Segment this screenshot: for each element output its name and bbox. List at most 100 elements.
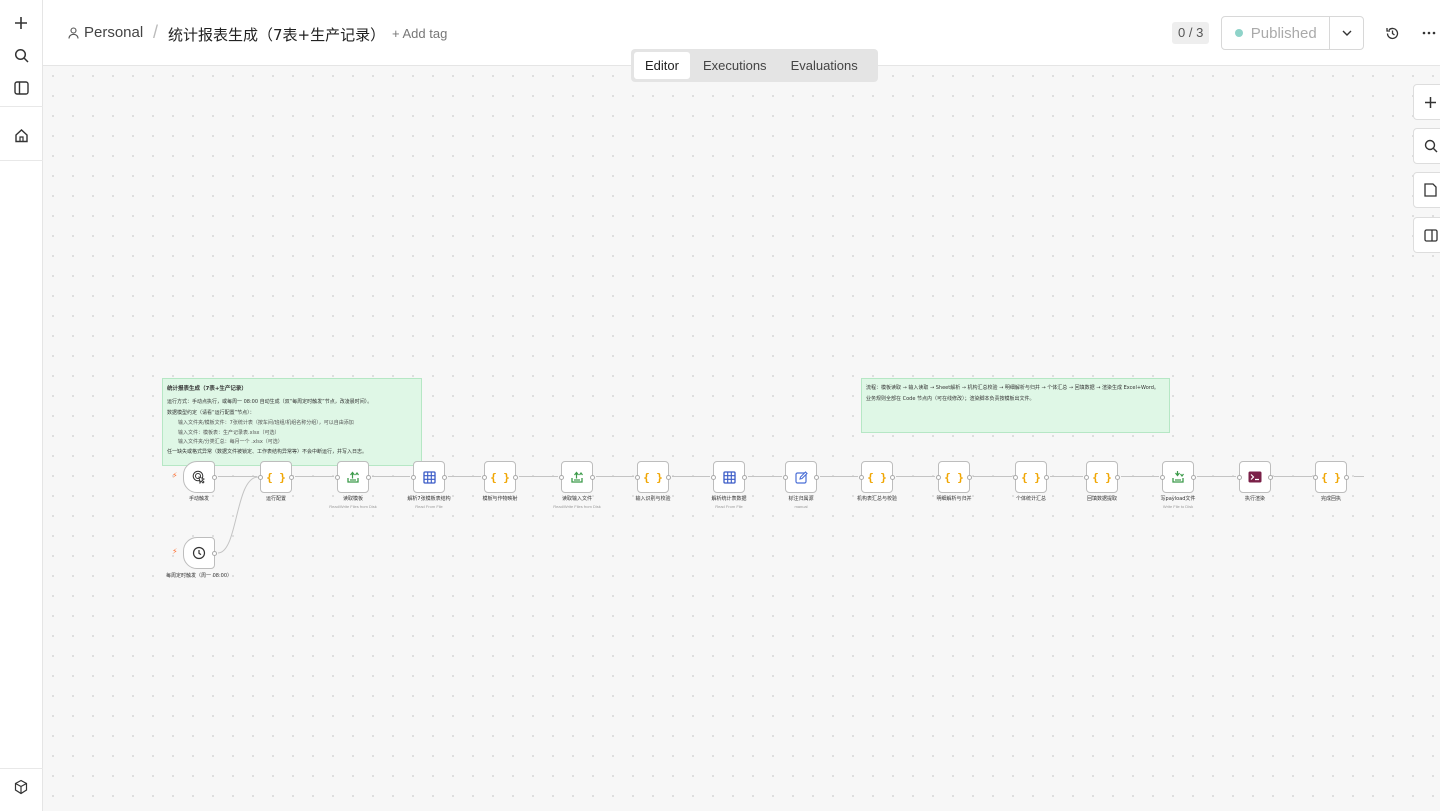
output-port[interactable]: [890, 475, 895, 480]
add-sticky-button[interactable]: [1413, 172, 1440, 208]
rail-divider: [0, 106, 43, 107]
toggle-panel-button[interactable]: [1413, 217, 1440, 253]
workflow-node[interactable]: { }: [859, 461, 895, 493]
workflow-node[interactable]: [411, 461, 447, 493]
history-icon[interactable]: [1381, 22, 1403, 44]
output-port[interactable]: [366, 475, 371, 480]
home-icon[interactable]: [9, 123, 33, 147]
add-tag-button[interactable]: + Add tag: [392, 26, 447, 41]
project-name: Personal: [84, 24, 144, 41]
workflow-node[interactable]: [1160, 461, 1196, 493]
node-label: 标注归属源: [788, 496, 814, 502]
plus-icon[interactable]: [9, 11, 33, 35]
output-port[interactable]: [212, 475, 217, 480]
input-port[interactable]: [482, 475, 487, 480]
published-button[interactable]: Published: [1222, 17, 1329, 49]
output-port[interactable]: [1191, 475, 1196, 480]
connection-line[interactable]: [748, 476, 782, 477]
user-icon: [68, 26, 79, 39]
output-port[interactable]: [1344, 475, 1349, 480]
workflow-node[interactable]: [335, 461, 371, 493]
workflow-node[interactable]: { }: [635, 461, 671, 493]
input-port[interactable]: [1237, 475, 1242, 480]
input-port[interactable]: [1313, 475, 1318, 480]
input-port[interactable]: [859, 475, 864, 480]
node-label: 输入识别与校验: [635, 496, 671, 502]
connection-line[interactable]: [820, 476, 858, 477]
node-label: 机构表汇总与校验: [856, 496, 897, 502]
input-port[interactable]: [783, 475, 788, 480]
output-port[interactable]: [212, 551, 217, 556]
workflow-node[interactable]: { }: [258, 461, 294, 493]
output-port[interactable]: [1115, 475, 1120, 480]
connection-line[interactable]: [1197, 476, 1236, 477]
output-port[interactable]: [442, 475, 447, 480]
search-icon[interactable]: [9, 43, 33, 67]
input-port[interactable]: [1013, 475, 1018, 480]
sticky-note-flow[interactable]: 流程：模板读取 → 输入读取 → Sheet解析 → 机构汇总校验 → 明细解析…: [861, 378, 1170, 433]
input-port[interactable]: [411, 475, 416, 480]
connection-line[interactable]: [448, 476, 481, 477]
input-port[interactable]: [258, 475, 263, 480]
workflow-node[interactable]: [711, 461, 747, 493]
workflow-node[interactable]: { }: [1084, 461, 1120, 493]
input-port[interactable]: [1160, 475, 1165, 480]
sticky-text: 任一缺失或格式异常（数据文件被锁定、工作表结构异常等）不会中断运行，并写入日志。: [167, 448, 368, 455]
output-port[interactable]: [513, 475, 518, 480]
output-port[interactable]: [1268, 475, 1273, 480]
connection-line[interactable]: [596, 476, 634, 477]
input-port[interactable]: [335, 475, 340, 480]
input-port[interactable]: [635, 475, 640, 480]
connection-line[interactable]: [519, 476, 558, 477]
tab-evaluations[interactable]: Evaluations: [780, 52, 869, 79]
output-port[interactable]: [289, 475, 294, 480]
workflow-title[interactable]: 统计报表生成（7表+生产记录）: [168, 24, 385, 45]
add-node-button[interactable]: [1413, 84, 1440, 120]
output-port[interactable]: [590, 475, 595, 480]
tab-executions[interactable]: Executions: [692, 52, 778, 79]
node-label: 读取模板: [342, 496, 363, 502]
workflow-canvas[interactable]: 统计报表生成（7表+生产记录） 运行方式：手动点执行，或每周一 08:00 自动…: [43, 66, 1440, 811]
connection-line[interactable]: [1121, 476, 1159, 477]
sticky-note-overview[interactable]: 统计报表生成（7表+生产记录） 运行方式：手动点执行，或每周一 08:00 自动…: [162, 378, 422, 466]
workflow-node[interactable]: { }: [1313, 461, 1349, 493]
search-nodes-button[interactable]: [1413, 128, 1440, 164]
output-port[interactable]: [967, 475, 972, 480]
connection-line[interactable]: [1050, 476, 1083, 477]
output-port[interactable]: [742, 475, 747, 480]
sticky-note-icon: [1424, 183, 1437, 197]
cube-icon[interactable]: [9, 775, 33, 799]
breadcrumb-project[interactable]: Personal: [68, 24, 143, 41]
node-label: 回填数据提取: [1086, 496, 1117, 502]
workflow-node[interactable]: [559, 461, 595, 493]
connection-line[interactable]: [372, 476, 410, 477]
schedule-trigger-node[interactable]: [183, 537, 217, 569]
tab-editor[interactable]: Editor: [634, 52, 690, 79]
node-label: 运行配置: [265, 496, 286, 502]
sticky-text: 数据模型约定（请看“运行配置”节点）：: [167, 409, 255, 416]
output-port[interactable]: [1044, 475, 1049, 480]
node-label: 解析统计表数据: [711, 496, 747, 502]
input-port[interactable]: [559, 475, 564, 480]
output-port[interactable]: [814, 475, 819, 480]
connection-line[interactable]: [896, 476, 935, 477]
publish-dropdown-button[interactable]: [1329, 17, 1363, 49]
connection-line[interactable]: [1274, 476, 1312, 477]
input-port[interactable]: [1084, 475, 1089, 480]
connection-line[interactable]: [672, 476, 710, 477]
workflow-node[interactable]: { }: [482, 461, 518, 493]
workflow-node[interactable]: [183, 461, 217, 493]
input-port[interactable]: [936, 475, 941, 480]
plus-icon: [1425, 96, 1436, 108]
more-options-icon[interactable]: [1418, 22, 1440, 44]
input-port[interactable]: [711, 475, 716, 480]
connection-line[interactable]: [973, 476, 1012, 477]
workflow-node[interactable]: [1237, 461, 1273, 493]
workflow-node[interactable]: [783, 461, 819, 493]
workflow-node[interactable]: { }: [936, 461, 972, 493]
workflow-node[interactable]: { }: [1013, 461, 1049, 493]
connection-line[interactable]: [295, 476, 334, 477]
node-label: 完成回执: [1320, 496, 1341, 502]
output-port[interactable]: [666, 475, 671, 480]
sidebar-toggle-icon[interactable]: [9, 76, 33, 100]
